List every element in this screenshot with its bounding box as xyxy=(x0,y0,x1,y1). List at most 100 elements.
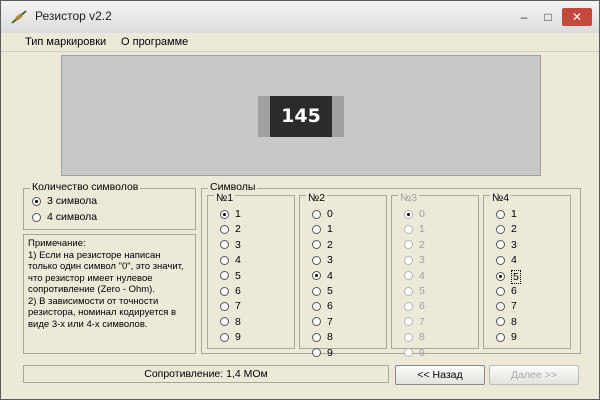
symbol-option[interactable]: 6 xyxy=(404,300,425,312)
next-button[interactable]: Далее >> xyxy=(489,365,579,385)
radio-indicator[interactable] xyxy=(496,272,505,282)
radio-indicator[interactable] xyxy=(496,209,505,219)
radio-indicator[interactable] xyxy=(32,196,41,206)
symbol-option[interactable]: 3 xyxy=(496,239,517,251)
maximize-button[interactable]: □ xyxy=(537,8,559,26)
title-bar[interactable]: Резистор v2.2 – □ ✕ xyxy=(1,1,599,34)
symbol-option[interactable]: 2 xyxy=(312,239,333,251)
radio-indicator[interactable] xyxy=(404,255,413,265)
symbol-option[interactable]: 9 xyxy=(312,347,333,359)
symbol-count-option[interactable]: 4 символа xyxy=(32,211,97,223)
symbol-option[interactable]: 3 xyxy=(404,254,425,266)
radio-indicator[interactable] xyxy=(404,271,413,281)
symbol-option[interactable]: 1 xyxy=(220,208,241,220)
symbol-option[interactable]: 1 xyxy=(404,223,425,235)
radio-indicator[interactable] xyxy=(312,240,321,250)
menu-about[interactable]: О программе xyxy=(121,36,188,48)
radio-indicator[interactable] xyxy=(404,301,413,311)
radio-label: 5 xyxy=(235,269,241,282)
symbol-column-3: №3 0 1 2 3 4 5 6 7 8 9 xyxy=(391,192,479,359)
symbol-option[interactable]: 8 xyxy=(404,331,425,343)
radio-indicator[interactable] xyxy=(496,255,505,265)
radio-indicator[interactable] xyxy=(496,286,505,296)
radio-indicator[interactable] xyxy=(220,317,229,327)
radio-indicator[interactable] xyxy=(220,209,229,219)
minimize-button[interactable]: – xyxy=(513,8,535,26)
radio-indicator[interactable] xyxy=(220,224,229,234)
radio-indicator[interactable] xyxy=(220,301,229,311)
radio-indicator[interactable] xyxy=(496,240,505,250)
resistor-right-terminal xyxy=(332,96,344,137)
radio-indicator[interactable] xyxy=(312,317,321,327)
symbol-option[interactable]: 9 xyxy=(404,347,425,359)
symbol-option[interactable]: 7 xyxy=(220,300,241,312)
symbol-count-option[interactable]: 3 символа xyxy=(32,195,97,207)
radio-indicator[interactable] xyxy=(404,240,413,250)
symbol-option[interactable]: 5 xyxy=(404,285,425,297)
symbol-option[interactable]: 4 xyxy=(220,254,241,266)
radio-indicator[interactable] xyxy=(220,286,229,296)
radio-indicator[interactable] xyxy=(312,286,321,296)
close-button[interactable]: ✕ xyxy=(562,8,592,26)
symbol-option[interactable]: 2 xyxy=(220,223,241,235)
radio-indicator[interactable] xyxy=(404,224,413,234)
radio-indicator[interactable] xyxy=(312,301,321,311)
radio-indicator[interactable] xyxy=(404,286,413,296)
symbol-option[interactable]: 6 xyxy=(220,285,241,297)
symbol-option[interactable]: 5 xyxy=(312,285,333,297)
radio-indicator[interactable] xyxy=(220,255,229,265)
symbol-option[interactable]: 7 xyxy=(496,300,517,312)
radio-indicator[interactable] xyxy=(220,332,229,342)
radio-label: 9 xyxy=(235,331,241,344)
symbol-option[interactable]: 5 xyxy=(496,269,521,284)
smd-resistor: 145 xyxy=(258,96,344,137)
symbol-option[interactable]: 7 xyxy=(404,316,425,328)
radio-indicator[interactable] xyxy=(312,271,321,281)
symbol-option[interactable]: 7 xyxy=(312,316,333,328)
radio-indicator[interactable] xyxy=(496,317,505,327)
radio-indicator[interactable] xyxy=(404,348,413,358)
symbol-option[interactable]: 8 xyxy=(496,316,517,328)
symbol-option[interactable]: 3 xyxy=(312,254,333,266)
symbol-count-group: Количество символов 3 символа 4 символа xyxy=(23,181,196,230)
app-window: Резистор v2.2 – □ ✕ Тип маркировки О про… xyxy=(0,0,600,400)
symbol-option[interactable]: 8 xyxy=(312,331,333,343)
radio-label: 1 xyxy=(235,208,241,220)
radio-indicator[interactable] xyxy=(312,348,321,358)
symbol-option[interactable]: 2 xyxy=(496,223,517,235)
radio-indicator[interactable] xyxy=(312,332,321,342)
radio-indicator[interactable] xyxy=(496,301,505,311)
symbol-option[interactable]: 8 xyxy=(220,316,241,328)
back-button[interactable]: << Назад xyxy=(395,365,485,385)
symbol-option[interactable]: 1 xyxy=(496,208,517,220)
symbol-option[interactable]: 4 xyxy=(496,254,517,266)
symbol-option[interactable]: 0 xyxy=(312,208,333,220)
resistor-app-icon xyxy=(11,10,27,24)
radio-indicator[interactable] xyxy=(404,317,413,327)
symbol-option[interactable]: 5 xyxy=(220,270,241,282)
symbol-column-4: №4 1 2 3 4 5 6 7 8 9 xyxy=(483,192,571,349)
radio-indicator[interactable] xyxy=(404,209,413,219)
radio-indicator[interactable] xyxy=(32,212,41,222)
symbol-option[interactable]: 9 xyxy=(496,331,517,343)
symbol-option[interactable]: 1 xyxy=(312,223,333,235)
symbol-option[interactable]: 4 xyxy=(404,270,425,282)
symbol-option[interactable]: 3 xyxy=(220,239,241,251)
radio-indicator[interactable] xyxy=(404,332,413,342)
radio-indicator[interactable] xyxy=(220,271,229,281)
symbol-option[interactable]: 0 xyxy=(404,208,425,220)
radio-indicator[interactable] xyxy=(496,224,505,234)
radio-indicator[interactable] xyxy=(312,209,321,219)
radio-indicator[interactable] xyxy=(496,332,505,342)
symbol-option[interactable]: 9 xyxy=(220,331,241,343)
radio-indicator[interactable] xyxy=(312,224,321,234)
symbol-option[interactable]: 6 xyxy=(312,300,333,312)
radio-indicator[interactable] xyxy=(220,240,229,250)
symbol-option[interactable]: 6 xyxy=(496,285,517,297)
menu-marking-type[interactable]: Тип маркировки xyxy=(25,36,106,48)
symbol-option[interactable]: 2 xyxy=(404,239,425,251)
radio-label: 1 xyxy=(511,208,517,220)
radio-indicator[interactable] xyxy=(312,255,321,265)
radio-label: 7 xyxy=(327,315,333,328)
symbol-option[interactable]: 4 xyxy=(312,270,333,282)
